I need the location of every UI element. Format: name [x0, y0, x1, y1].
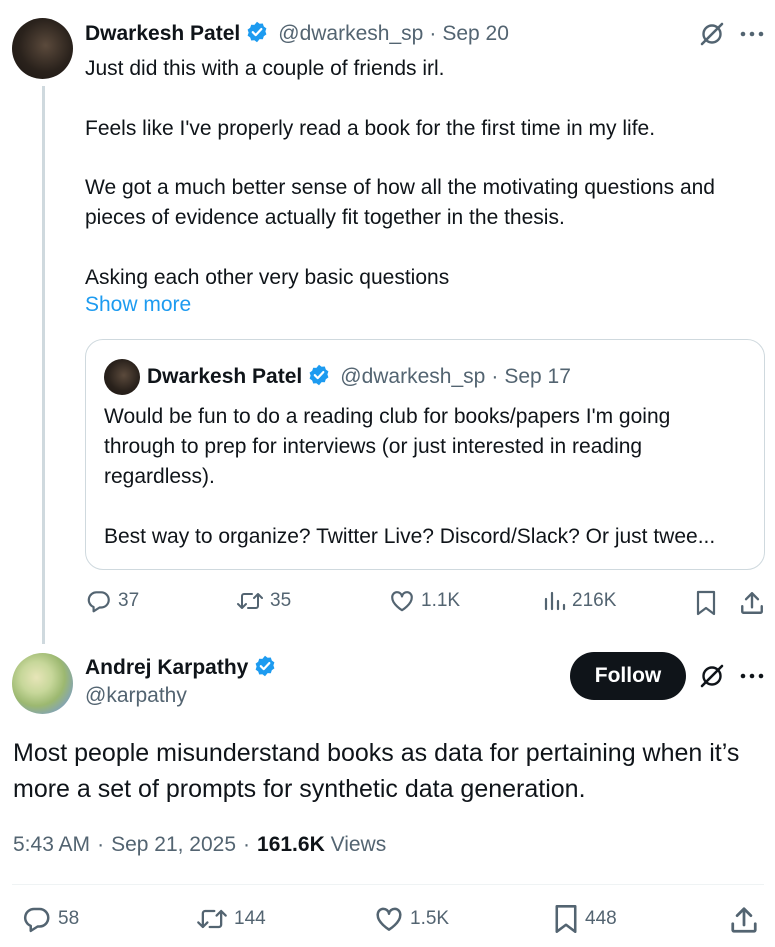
quote-header: Dwarkesh Patel @dwarkesh_sp · Sep 17 — [147, 362, 571, 392]
grok-icon[interactable] — [698, 20, 726, 48]
separator-dot: · — [97, 833, 105, 856]
divider — [12, 884, 764, 885]
reply-icon — [22, 904, 52, 934]
quote-text-line: regardless). — [104, 465, 215, 488]
verified-badge-icon — [246, 21, 268, 48]
reply-count: 37 — [118, 590, 140, 611]
quote-author-name: Dwarkesh Patel — [147, 365, 303, 388]
author-handle[interactable]: @karpathy — [85, 684, 187, 708]
reply-icon — [86, 588, 112, 614]
separator-dot: · — [243, 833, 251, 856]
like-count: 1.1K — [421, 590, 461, 611]
reply-count: 58 — [58, 908, 80, 929]
tweet-text-line: Feels like I've properly read a book for… — [85, 117, 656, 140]
follow-button[interactable]: Follow — [570, 652, 686, 700]
repost-icon — [196, 904, 228, 934]
more-options-icon[interactable] — [738, 20, 766, 48]
share-icon[interactable] — [728, 904, 760, 936]
like-count: 1.5K — [410, 908, 450, 929]
repost-count: 35 — [270, 590, 292, 611]
quote-date: Sep 17 — [504, 365, 571, 388]
tweet-text-line: We got a much better sense of how all th… — [85, 176, 715, 199]
verified-badge-icon — [254, 655, 276, 682]
tweet-metadata: 5:43 AM · Sep 21, 2025 · 161.6K Views — [13, 833, 386, 857]
separator-dot: · — [491, 365, 499, 388]
heart-icon — [374, 904, 404, 934]
grok-icon[interactable] — [698, 662, 726, 690]
author-handle[interactable]: @dwarkesh_sp — [278, 22, 423, 46]
tweet-text-line: pieces of evidence actually fit together… — [85, 206, 565, 229]
views-count: 161.6K — [257, 833, 325, 856]
reply-tweet-header: Dwarkesh Patel @dwarkesh_sp · Sep 20 — [85, 18, 509, 50]
tweet-date[interactable]: Sep 20 — [442, 22, 509, 46]
avatar[interactable] — [12, 653, 73, 714]
tweet-text-line: more a set of prompts for synthetic data… — [13, 775, 586, 803]
thread-connector-line — [42, 86, 45, 644]
author-name[interactable]: Dwarkesh Patel — [85, 22, 240, 46]
bookmark-icon — [553, 904, 579, 934]
avatar[interactable] — [12, 18, 73, 79]
views-label: Views — [330, 833, 387, 856]
bookmark-count: 448 — [585, 908, 617, 929]
heart-icon — [389, 588, 415, 614]
views-chart-icon — [542, 588, 566, 614]
tweet-text-line: Most people misunderstand books as data … — [13, 739, 740, 767]
repost-icon — [236, 588, 264, 614]
bookmark-button[interactable]: 448 — [553, 904, 617, 934]
quote-text-line: Would be fun to do a reading club for bo… — [104, 405, 671, 428]
reply-button[interactable]: 58 — [22, 904, 79, 934]
quote-avatar — [104, 359, 140, 395]
tweet-time[interactable]: 5:43 AM — [13, 833, 90, 857]
author-name[interactable]: Andrej Karpathy — [85, 656, 248, 680]
more-options-icon[interactable] — [738, 662, 766, 690]
share-icon[interactable] — [738, 589, 766, 617]
bookmark-icon[interactable] — [693, 589, 719, 617]
views-count: 216K — [572, 590, 617, 611]
repost-button[interactable]: 35 — [236, 588, 291, 614]
like-button[interactable]: 1.5K — [374, 904, 449, 934]
main-tweet-header: Andrej Karpathy — [85, 653, 276, 683]
separator-dot: · — [429, 22, 437, 45]
like-button[interactable]: 1.1K — [389, 588, 460, 614]
tweet-text-line: Asking each other very basic questions — [85, 266, 450, 289]
quote-text-line: through to prep for interviews (or just … — [104, 435, 643, 458]
reply-button[interactable]: 37 — [86, 588, 139, 614]
tweet-text-line: Just did this with a couple of friends i… — [85, 57, 445, 80]
quote-author-handle: @dwarkesh_sp — [340, 365, 486, 388]
views-button[interactable]: 216K — [542, 588, 616, 614]
repost-button[interactable]: 144 — [196, 904, 266, 934]
tweet-date[interactable]: Sep 21, 2025 — [111, 833, 236, 857]
verified-badge-icon — [308, 364, 330, 391]
repost-count: 144 — [234, 908, 266, 929]
quote-text-line: Best way to organize? Twitter Live? Disc… — [104, 525, 716, 548]
show-more-link[interactable]: Show more — [85, 293, 191, 317]
